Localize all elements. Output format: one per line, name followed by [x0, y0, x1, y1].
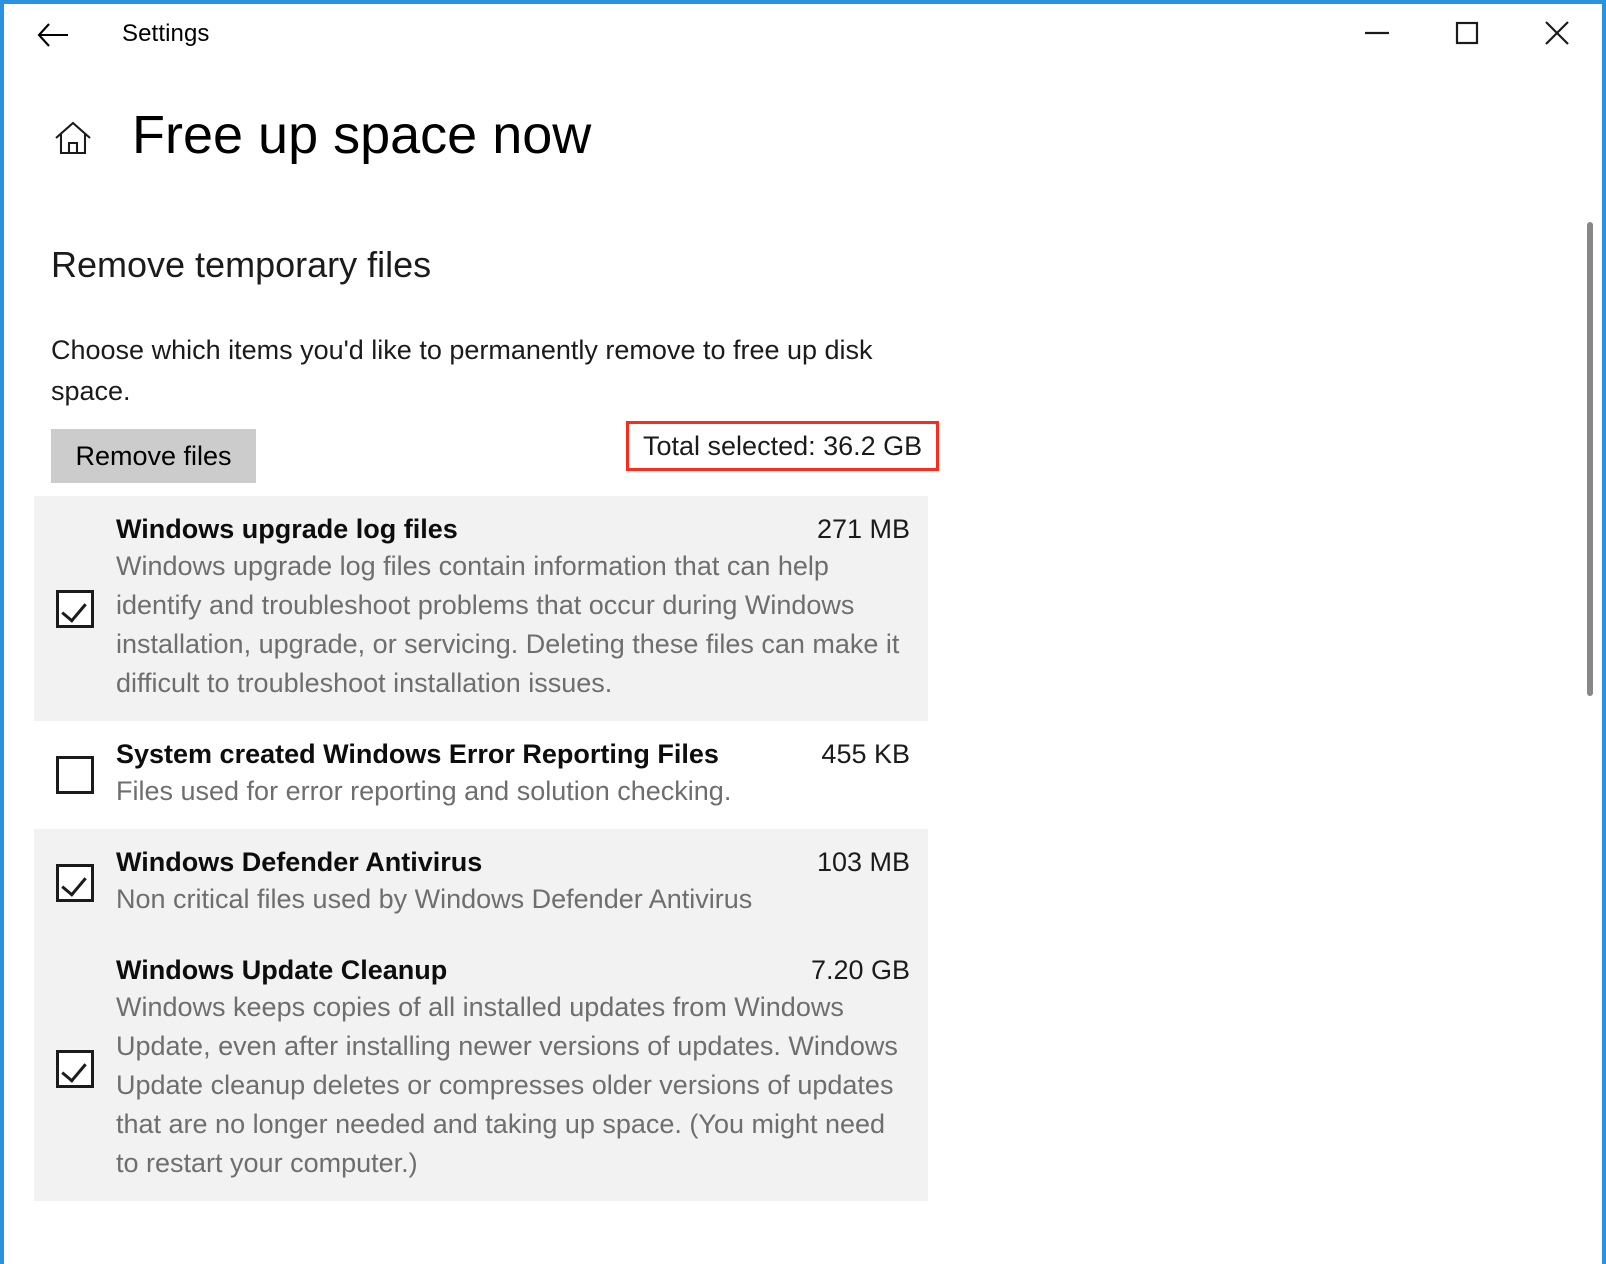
list-item[interactable]: Windows Update Cleanup 7.20 GB Windows k…	[34, 937, 928, 1201]
settings-window: Settings	[0, 0, 1606, 1264]
app-title: Settings	[122, 20, 210, 48]
item-body: Windows Defender Antivirus 103 MB Non cr…	[116, 829, 928, 937]
vertical-scrollbar[interactable]	[1582, 66, 1598, 1264]
item-size: 7.20 GB	[811, 955, 910, 986]
checkbox-cell	[34, 496, 116, 721]
checkbox-cell	[34, 937, 116, 1201]
item-header: Windows Update Cleanup 7.20 GB	[116, 955, 910, 986]
close-button[interactable]	[1512, 4, 1602, 62]
section-title: Remove temporary files	[51, 244, 431, 286]
item-body: Windows Update Cleanup 7.20 GB Windows k…	[116, 937, 928, 1201]
item-description: Windows upgrade log files contain inform…	[116, 547, 906, 703]
back-arrow-icon	[37, 22, 69, 48]
item-checkbox[interactable]	[56, 864, 94, 902]
back-button[interactable]	[22, 10, 84, 60]
maximize-icon	[1455, 21, 1479, 45]
item-header: Windows upgrade log files 271 MB	[116, 514, 910, 545]
page-title: Free up space now	[132, 99, 591, 171]
minimize-icon	[1364, 26, 1390, 40]
close-icon	[1544, 20, 1570, 46]
item-name: Windows upgrade log files	[116, 514, 458, 545]
item-body: System created Windows Error Reporting F…	[116, 721, 928, 829]
item-checkbox[interactable]	[56, 1050, 94, 1088]
page-header: Free up space now	[4, 99, 1004, 189]
scrollbar-thumb[interactable]	[1587, 222, 1593, 696]
item-checkbox[interactable]	[56, 756, 94, 794]
home-button[interactable]	[51, 117, 95, 161]
checkbox-cell	[34, 829, 116, 937]
item-size: 271 MB	[817, 514, 910, 545]
item-description: Files used for error reporting and solut…	[116, 772, 906, 811]
remove-files-button[interactable]: Remove files	[51, 429, 256, 483]
list-item[interactable]: Windows Defender Antivirus 103 MB Non cr…	[34, 829, 928, 937]
minimize-button[interactable]	[1332, 4, 1422, 62]
maximize-button[interactable]	[1422, 4, 1512, 62]
item-description: Windows keeps copies of all installed up…	[116, 988, 906, 1183]
window-caption-buttons	[1332, 4, 1602, 62]
checkbox-cell	[34, 721, 116, 829]
main-content: Remove temporary files Choose which item…	[4, 232, 1598, 1264]
item-body: Windows upgrade log files 271 MB Windows…	[116, 496, 928, 721]
item-header: Windows Defender Antivirus 103 MB	[116, 847, 910, 878]
item-header: System created Windows Error Reporting F…	[116, 739, 910, 770]
temporary-files-list: Windows upgrade log files 271 MB Windows…	[34, 496, 928, 1201]
item-size: 103 MB	[817, 847, 910, 878]
item-name: System created Windows Error Reporting F…	[116, 739, 719, 770]
section-description: Choose which items you'd like to permane…	[51, 330, 911, 412]
item-checkbox[interactable]	[56, 590, 94, 628]
list-item[interactable]: System created Windows Error Reporting F…	[34, 721, 928, 829]
list-item[interactable]: Windows upgrade log files 271 MB Windows…	[34, 496, 928, 721]
title-bar: Settings	[4, 4, 1602, 66]
home-icon	[53, 120, 93, 158]
item-name: Windows Update Cleanup	[116, 955, 447, 986]
item-size: 455 KB	[821, 739, 910, 770]
total-selected-label: Total selected: 36.2 GB	[626, 421, 939, 471]
item-description: Non critical files used by Windows Defen…	[116, 880, 906, 919]
item-name: Windows Defender Antivirus	[116, 847, 482, 878]
